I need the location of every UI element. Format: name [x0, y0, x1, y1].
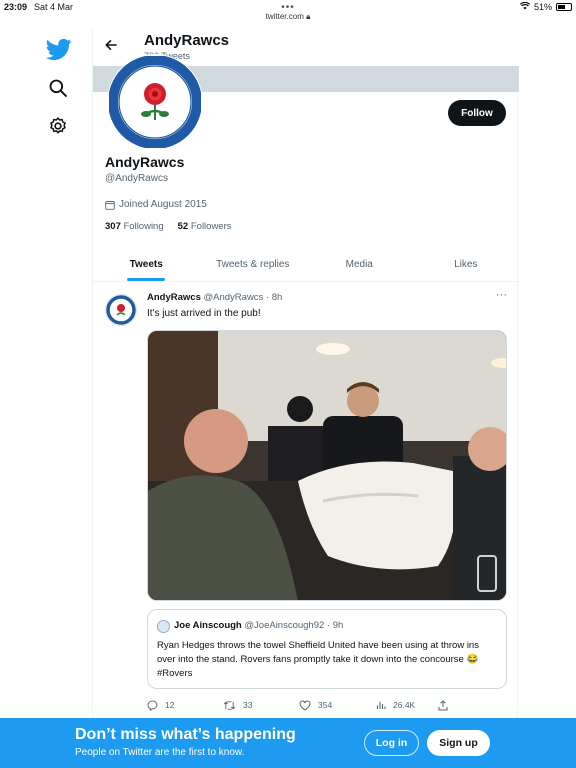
profile-joined: Joined August 2015 — [105, 199, 207, 210]
quote-author: Joe Ainscough — [174, 620, 242, 631]
settings-icon[interactable] — [48, 116, 68, 136]
quote-handle: @JoeAinscough92 — [244, 620, 325, 631]
tweet-photo[interactable] — [147, 330, 507, 601]
followers-count: 52 — [177, 221, 189, 232]
quote-avatar[interactable] — [157, 620, 170, 633]
share-icon — [438, 699, 448, 710]
arrow-left-icon[interactable] — [105, 38, 117, 55]
share-button[interactable] — [438, 699, 448, 711]
page: 23:09 Sat 4 Mar 51% ••• twitter.com 🔒︎ A… — [0, 0, 576, 768]
calendar-icon — [105, 200, 115, 210]
follow-button[interactable]: Follow — [448, 100, 506, 126]
tweet-time[interactable]: · 8h — [266, 292, 282, 303]
joined-text: Joined August 2015 — [119, 199, 207, 210]
profile-name: AndyRawcs — [105, 154, 185, 170]
search-icon[interactable] — [48, 78, 68, 98]
login-button[interactable]: Log in — [364, 730, 419, 756]
retweet-icon — [223, 700, 236, 710]
like-button[interactable]: 354 — [299, 699, 333, 711]
banner-subtitle: People on Twitter are the first to know. — [75, 747, 245, 758]
tab-tweets[interactable]: Tweets — [93, 248, 200, 281]
tab-likes[interactable]: Likes — [413, 248, 520, 281]
browser-url-bar[interactable]: ••• twitter.com 🔒︎ — [0, 3, 576, 22]
pub-photo-image — [148, 331, 506, 600]
rovers-crest-icon — [108, 55, 202, 149]
header-name: AndyRawcs — [144, 32, 230, 49]
views-button[interactable]: 26.4K — [376, 700, 415, 710]
profile-tabs: Tweets Tweets & replies Media Likes — [93, 248, 519, 282]
reply-count: 12 — [165, 700, 175, 710]
tweet-text: It's just arrived in the pub! — [147, 308, 261, 319]
more-icon[interactable]: ··· — [496, 289, 507, 301]
tweet-header: AndyRawcs @AndyRawcs · 8h — [147, 292, 282, 303]
following-count: 307 — [105, 221, 121, 232]
profile-handle: @AndyRawcs — [105, 173, 168, 184]
browser-more-icon[interactable]: ••• — [0, 3, 576, 13]
profile-column: AndyRawcs 700 Tweets Follow AndyRawcs @A… — [92, 28, 519, 718]
lock-icon: 🔒︎ — [306, 12, 311, 21]
quote-time: · 9h — [326, 620, 344, 631]
like-count: 354 — [318, 700, 333, 710]
tweet-handle[interactable]: @AndyRawcs — [204, 292, 264, 303]
views-count: 26.4K — [393, 700, 416, 710]
browser-url[interactable]: twitter.com — [266, 12, 304, 21]
signup-banner: Don’t miss what’s happening People on Tw… — [0, 718, 576, 768]
views-icon — [376, 702, 386, 709]
heart-icon — [299, 699, 311, 711]
signup-button[interactable]: Sign up — [427, 730, 490, 756]
profile-avatar[interactable] — [107, 54, 203, 150]
following-link[interactable]: 307 Following — [105, 221, 164, 232]
following-label: Following — [123, 221, 164, 232]
tab-media[interactable]: Media — [306, 248, 413, 281]
banner-title: Don’t miss what’s happening — [75, 726, 296, 743]
quote-header: Joe Ainscough @JoeAinscough92 · 9h — [174, 620, 343, 631]
reply-icon — [147, 700, 158, 711]
retweet-button[interactable]: 33 — [223, 700, 252, 711]
twitter-logo-icon[interactable] — [46, 36, 72, 62]
profile-stats: 307 Following 52 Followers — [105, 221, 232, 232]
reply-button[interactable]: 12 — [147, 700, 174, 711]
quote-text: Ryan Hedges throws the towel Sheffield U… — [157, 640, 479, 679]
quoted-tweet[interactable]: Joe Ainscough @JoeAinscough92 · 9h Ryan … — [147, 609, 507, 689]
followers-link[interactable]: 52 Followers — [178, 221, 232, 232]
followers-label: Followers — [190, 221, 232, 232]
retweet-count: 33 — [243, 700, 253, 710]
tab-tweets-replies[interactable]: Tweets & replies — [200, 248, 307, 281]
tweet[interactable]: AndyRawcs @AndyRawcs · 8h ··· It's just … — [93, 283, 519, 733]
left-nav — [46, 36, 76, 152]
rovers-crest-icon — [106, 295, 136, 325]
tweet-actions: 12 33 354 26.4K — [147, 695, 497, 715]
tweet-avatar[interactable] — [105, 294, 137, 326]
tweet-author[interactable]: AndyRawcs — [147, 292, 201, 303]
